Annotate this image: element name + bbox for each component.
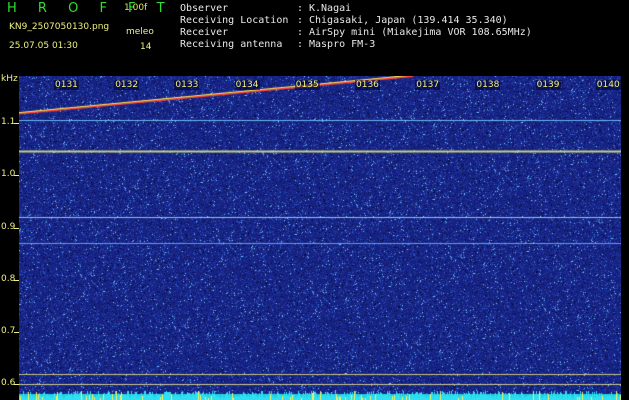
time-tick-0137: 0137 [415, 80, 441, 90]
observer-value: K.Nagai [309, 3, 352, 14]
location-value: Chigasaki, Japan (139.414 35.340) [309, 15, 508, 26]
freq-tick-1.1: 1.1 [1, 117, 16, 128]
time-tick-0133: 0133 [174, 80, 200, 90]
location-separator: : [297, 15, 304, 26]
observer-separator: : [297, 3, 304, 14]
header-panel: H R O F F T 1.00f KN9_2507050130.png mel… [0, 0, 629, 76]
observer-label: Observer [180, 3, 229, 14]
time-tick-0132: 0132 [114, 80, 140, 90]
freq-tick-1.0: 1.0 [1, 169, 16, 180]
location-label: Receiving Location [180, 15, 289, 26]
mode-label: meleo [126, 27, 154, 37]
right-margin [621, 76, 629, 400]
time-tick-0139: 0139 [535, 80, 561, 90]
freq-tick-0.8: 0.8 [1, 273, 16, 284]
file-name: KN9_2507050130.png [9, 22, 110, 32]
antenna-label: Receiving antenna [180, 39, 283, 50]
receiver-value: AirSpy mini (Miakejima VOR 108.65MHz) [309, 27, 532, 38]
time-tick-0134: 0134 [234, 80, 260, 90]
antenna-value: Maspro FM-3 [309, 39, 376, 50]
receiver-label: Receiver [180, 27, 229, 38]
antenna-separator: : [297, 39, 304, 50]
app-name: H R O F F T [7, 1, 174, 16]
freq-tick-0.7: 0.7 [1, 326, 16, 337]
y-unit-label: kHz [1, 74, 18, 84]
receiver-separator: : [297, 27, 304, 38]
spectrogram-panel: 0131 0132 0133 0134 0135 0136 0137 0138 0139 0140 [19, 76, 621, 400]
time-tick-0131: 0131 [54, 80, 79, 90]
time-tick-0136: 0136 [355, 80, 380, 90]
time-tick-0135: 0135 [294, 80, 320, 90]
date-time: 25.07.05 01:30 [9, 41, 78, 51]
freq-tick-0.6: 0.6 [1, 378, 16, 389]
app-version: 1.00f [124, 3, 148, 13]
time-tick-0138: 0138 [475, 80, 501, 90]
time-tick-0140: 0140 [595, 80, 621, 90]
spectrogram-canvas [19, 76, 621, 400]
meteor-count: 14 [140, 42, 152, 52]
freq-tick-0.9: 0.9 [1, 221, 16, 232]
